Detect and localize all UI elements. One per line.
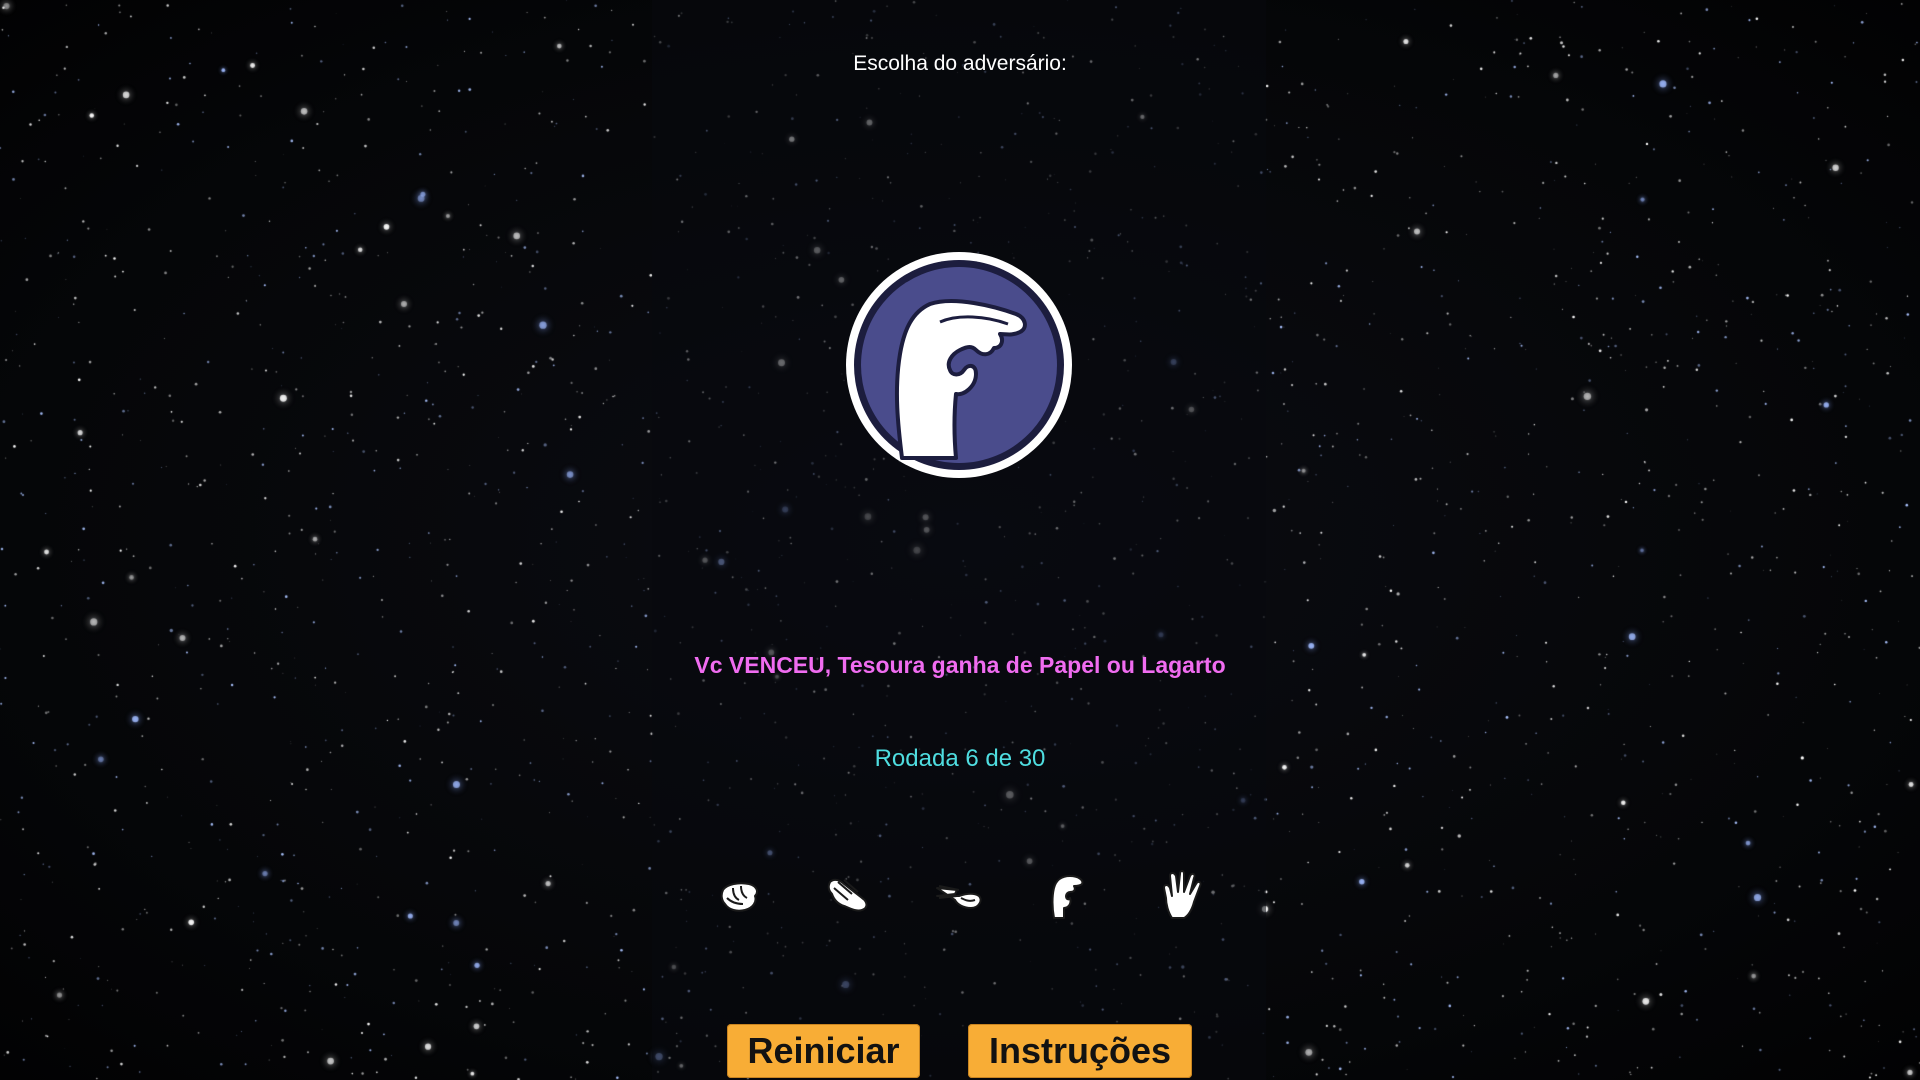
instructions-button[interactable]: Instruções <box>968 1024 1192 1078</box>
lizard-hand-icon <box>1051 875 1084 919</box>
opponent-choice-label: Escolha do adversário: <box>853 52 1067 75</box>
choice-scissors-button[interactable] <box>933 868 987 922</box>
spock-hand-icon <box>1163 870 1202 919</box>
round-counter: Rodada 6 de 30 <box>874 745 1046 772</box>
restart-button[interactable]: Reiniciar <box>727 1024 920 1078</box>
choice-rock-button[interactable] <box>713 868 767 922</box>
choice-paper-button[interactable] <box>822 868 876 922</box>
result-message: Vc VENCEU, Tesoura ganha de Papel ou Lag… <box>694 652 1226 678</box>
paper-hand-icon <box>827 878 868 912</box>
choice-lizard-button[interactable] <box>1040 868 1094 922</box>
scissors-hand-icon <box>936 885 982 909</box>
rock-hand-icon <box>720 882 758 912</box>
game-screen: Escolha do adversário: Vc VENCEU, Tesour… <box>0 0 1920 1080</box>
choice-spock-button[interactable] <box>1154 868 1208 922</box>
opponent-choice-lizard-icon <box>846 252 1072 478</box>
